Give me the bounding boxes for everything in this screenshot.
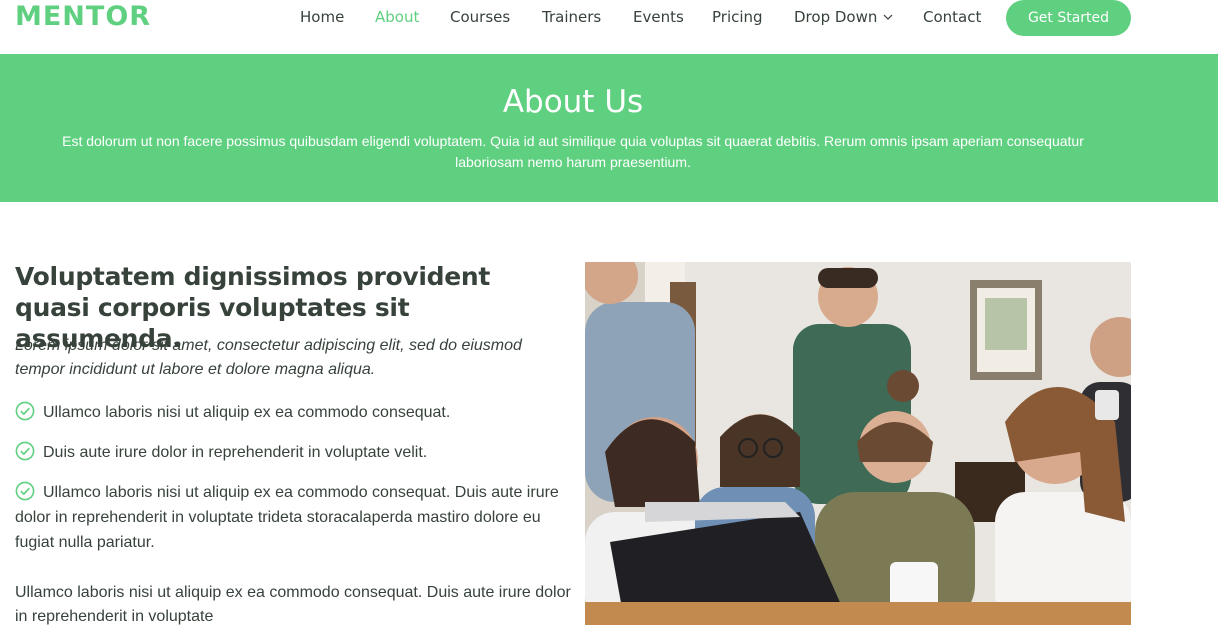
nav-dropdown-label: Drop Down — [794, 8, 878, 26]
list-item: Ullamco laboris nisi ut aliquip ex ea co… — [15, 400, 565, 425]
body-paragraph: Ullamco laboris nisi ut aliquip ex ea co… — [15, 584, 571, 625]
nav-contact[interactable]: Contact — [923, 0, 981, 34]
nav-home[interactable]: Home — [300, 0, 344, 34]
check-circle-icon — [15, 441, 35, 461]
page-banner: About Us Est dolorum ut non facere possi… — [0, 54, 1218, 202]
list-item-text: Ullamco laboris nisi ut aliquip ex ea co… — [15, 484, 559, 551]
logo[interactable]: MENTOR — [15, 0, 151, 34]
feature-list: Ullamco laboris nisi ut aliquip ex ea co… — [15, 400, 565, 570]
list-item-text: Ullamco laboris nisi ut aliquip ex ea co… — [43, 404, 451, 421]
site-header: MENTOR Home About Courses Trainers Event… — [0, 0, 1218, 54]
lead-text: Lorem ipsum dolor sit amet, consectetur … — [15, 337, 522, 378]
chevron-down-icon — [883, 14, 893, 20]
nav-about[interactable]: About — [375, 0, 419, 34]
nav-dropdown[interactable]: Drop Down — [794, 0, 894, 34]
nav-trainers[interactable]: Trainers — [542, 0, 601, 34]
list-item: Duis aute irure dolor in reprehenderit i… — [15, 440, 565, 465]
nav-events[interactable]: Events — [633, 0, 684, 34]
get-started-button[interactable]: Get Started — [1006, 0, 1131, 36]
about-image — [585, 262, 1131, 625]
page-title: About Us — [502, 84, 644, 120]
banner-text: Est dolorum ut non facere possimus quibu… — [62, 133, 1084, 170]
check-circle-icon — [15, 481, 35, 501]
list-item-text: Duis aute irure dolor in reprehenderit i… — [43, 444, 428, 461]
list-item: Ullamco laboris nisi ut aliquip ex ea co… — [15, 480, 565, 555]
check-circle-icon — [15, 401, 35, 421]
nav-courses[interactable]: Courses — [450, 0, 510, 34]
nav-pricing[interactable]: Pricing — [712, 0, 763, 34]
